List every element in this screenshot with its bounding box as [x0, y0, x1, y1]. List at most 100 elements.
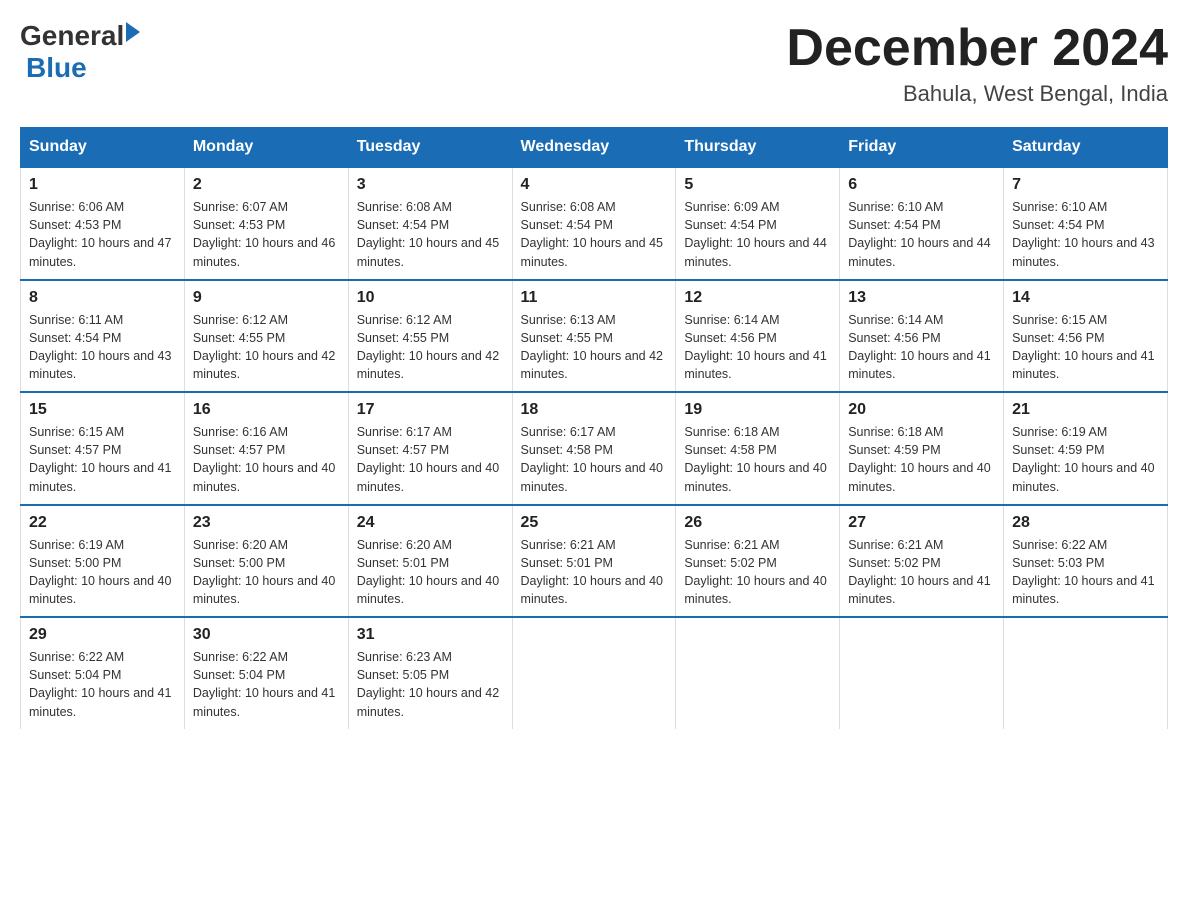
calendar-cell: 30 Sunrise: 6:22 AMSunset: 5:04 PMDaylig…	[184, 617, 348, 729]
day-info: Sunrise: 6:17 AMSunset: 4:58 PMDaylight:…	[521, 423, 668, 496]
calendar-cell: 29 Sunrise: 6:22 AMSunset: 5:04 PMDaylig…	[21, 617, 185, 729]
day-info: Sunrise: 6:08 AMSunset: 4:54 PMDaylight:…	[521, 198, 668, 271]
day-number: 3	[357, 176, 504, 194]
day-info: Sunrise: 6:20 AMSunset: 5:01 PMDaylight:…	[357, 536, 504, 609]
day-info: Sunrise: 6:08 AMSunset: 4:54 PMDaylight:…	[357, 198, 504, 271]
day-number: 5	[684, 176, 831, 194]
day-number: 14	[1012, 289, 1159, 307]
calendar-cell: 14 Sunrise: 6:15 AMSunset: 4:56 PMDaylig…	[1004, 280, 1168, 393]
day-number: 11	[521, 289, 668, 307]
calendar-cell: 2 Sunrise: 6:07 AMSunset: 4:53 PMDayligh…	[184, 167, 348, 280]
day-number: 4	[521, 176, 668, 194]
calendar-cell: 28 Sunrise: 6:22 AMSunset: 5:03 PMDaylig…	[1004, 505, 1168, 618]
day-number: 31	[357, 626, 504, 644]
day-info: Sunrise: 6:20 AMSunset: 5:00 PMDaylight:…	[193, 536, 340, 609]
calendar-cell: 3 Sunrise: 6:08 AMSunset: 4:54 PMDayligh…	[348, 167, 512, 280]
day-info: Sunrise: 6:22 AMSunset: 5:04 PMDaylight:…	[29, 648, 176, 721]
day-number: 24	[357, 514, 504, 532]
column-header-thursday: Thursday	[676, 128, 840, 168]
day-info: Sunrise: 6:10 AMSunset: 4:54 PMDaylight:…	[1012, 198, 1159, 271]
day-number: 21	[1012, 401, 1159, 419]
day-number: 6	[848, 176, 995, 194]
day-info: Sunrise: 6:06 AMSunset: 4:53 PMDaylight:…	[29, 198, 176, 271]
day-info: Sunrise: 6:15 AMSunset: 4:56 PMDaylight:…	[1012, 311, 1159, 384]
day-number: 26	[684, 514, 831, 532]
day-number: 30	[193, 626, 340, 644]
day-number: 29	[29, 626, 176, 644]
calendar-cell: 6 Sunrise: 6:10 AMSunset: 4:54 PMDayligh…	[840, 167, 1004, 280]
day-info: Sunrise: 6:22 AMSunset: 5:03 PMDaylight:…	[1012, 536, 1159, 609]
month-title: December 2024	[786, 20, 1168, 77]
calendar-cell: 27 Sunrise: 6:21 AMSunset: 5:02 PMDaylig…	[840, 505, 1004, 618]
calendar-week-row: 22 Sunrise: 6:19 AMSunset: 5:00 PMDaylig…	[21, 505, 1168, 618]
calendar-header-row: SundayMondayTuesdayWednesdayThursdayFrid…	[21, 128, 1168, 168]
calendar-week-row: 8 Sunrise: 6:11 AMSunset: 4:54 PMDayligh…	[21, 280, 1168, 393]
calendar-cell: 17 Sunrise: 6:17 AMSunset: 4:57 PMDaylig…	[348, 392, 512, 505]
calendar-cell: 31 Sunrise: 6:23 AMSunset: 5:05 PMDaylig…	[348, 617, 512, 729]
day-number: 9	[193, 289, 340, 307]
calendar-cell: 9 Sunrise: 6:12 AMSunset: 4:55 PMDayligh…	[184, 280, 348, 393]
day-info: Sunrise: 6:17 AMSunset: 4:57 PMDaylight:…	[357, 423, 504, 496]
logo-arrow-icon	[126, 22, 140, 42]
day-info: Sunrise: 6:18 AMSunset: 4:59 PMDaylight:…	[848, 423, 995, 496]
logo: General Blue	[20, 20, 140, 84]
calendar-week-row: 1 Sunrise: 6:06 AMSunset: 4:53 PMDayligh…	[21, 167, 1168, 280]
calendar-cell: 22 Sunrise: 6:19 AMSunset: 5:00 PMDaylig…	[21, 505, 185, 618]
calendar-cell: 19 Sunrise: 6:18 AMSunset: 4:58 PMDaylig…	[676, 392, 840, 505]
calendar-cell: 25 Sunrise: 6:21 AMSunset: 5:01 PMDaylig…	[512, 505, 676, 618]
calendar-cell: 8 Sunrise: 6:11 AMSunset: 4:54 PMDayligh…	[21, 280, 185, 393]
day-info: Sunrise: 6:10 AMSunset: 4:54 PMDaylight:…	[848, 198, 995, 271]
calendar-cell: 16 Sunrise: 6:16 AMSunset: 4:57 PMDaylig…	[184, 392, 348, 505]
day-number: 12	[684, 289, 831, 307]
column-header-friday: Friday	[840, 128, 1004, 168]
day-number: 19	[684, 401, 831, 419]
day-info: Sunrise: 6:09 AMSunset: 4:54 PMDaylight:…	[684, 198, 831, 271]
day-number: 20	[848, 401, 995, 419]
column-header-tuesday: Tuesday	[348, 128, 512, 168]
day-info: Sunrise: 6:18 AMSunset: 4:58 PMDaylight:…	[684, 423, 831, 496]
day-number: 13	[848, 289, 995, 307]
day-number: 18	[521, 401, 668, 419]
day-info: Sunrise: 6:22 AMSunset: 5:04 PMDaylight:…	[193, 648, 340, 721]
day-number: 22	[29, 514, 176, 532]
day-info: Sunrise: 6:21 AMSunset: 5:02 PMDaylight:…	[848, 536, 995, 609]
day-info: Sunrise: 6:23 AMSunset: 5:05 PMDaylight:…	[357, 648, 504, 721]
calendar-cell: 5 Sunrise: 6:09 AMSunset: 4:54 PMDayligh…	[676, 167, 840, 280]
logo-blue-text: Blue	[26, 52, 87, 84]
calendar-week-row: 29 Sunrise: 6:22 AMSunset: 5:04 PMDaylig…	[21, 617, 1168, 729]
calendar-cell: 20 Sunrise: 6:18 AMSunset: 4:59 PMDaylig…	[840, 392, 1004, 505]
day-info: Sunrise: 6:16 AMSunset: 4:57 PMDaylight:…	[193, 423, 340, 496]
day-number: 15	[29, 401, 176, 419]
page-header: General Blue December 2024 Bahula, West …	[20, 20, 1168, 107]
day-info: Sunrise: 6:19 AMSunset: 5:00 PMDaylight:…	[29, 536, 176, 609]
calendar-table: SundayMondayTuesdayWednesdayThursdayFrid…	[20, 127, 1168, 729]
day-info: Sunrise: 6:21 AMSunset: 5:02 PMDaylight:…	[684, 536, 831, 609]
column-header-sunday: Sunday	[21, 128, 185, 168]
day-number: 16	[193, 401, 340, 419]
day-number: 7	[1012, 176, 1159, 194]
calendar-cell	[512, 617, 676, 729]
location-subtitle: Bahula, West Bengal, India	[786, 81, 1168, 107]
day-info: Sunrise: 6:14 AMSunset: 4:56 PMDaylight:…	[684, 311, 831, 384]
calendar-cell: 7 Sunrise: 6:10 AMSunset: 4:54 PMDayligh…	[1004, 167, 1168, 280]
calendar-cell: 1 Sunrise: 6:06 AMSunset: 4:53 PMDayligh…	[21, 167, 185, 280]
day-number: 8	[29, 289, 176, 307]
day-info: Sunrise: 6:12 AMSunset: 4:55 PMDaylight:…	[193, 311, 340, 384]
day-info: Sunrise: 6:14 AMSunset: 4:56 PMDaylight:…	[848, 311, 995, 384]
column-header-monday: Monday	[184, 128, 348, 168]
day-info: Sunrise: 6:13 AMSunset: 4:55 PMDaylight:…	[521, 311, 668, 384]
calendar-cell: 10 Sunrise: 6:12 AMSunset: 4:55 PMDaylig…	[348, 280, 512, 393]
title-block: December 2024 Bahula, West Bengal, India	[786, 20, 1168, 107]
day-number: 2	[193, 176, 340, 194]
calendar-cell	[676, 617, 840, 729]
day-number: 27	[848, 514, 995, 532]
calendar-cell	[1004, 617, 1168, 729]
day-info: Sunrise: 6:12 AMSunset: 4:55 PMDaylight:…	[357, 311, 504, 384]
calendar-cell: 13 Sunrise: 6:14 AMSunset: 4:56 PMDaylig…	[840, 280, 1004, 393]
calendar-cell: 12 Sunrise: 6:14 AMSunset: 4:56 PMDaylig…	[676, 280, 840, 393]
calendar-cell: 15 Sunrise: 6:15 AMSunset: 4:57 PMDaylig…	[21, 392, 185, 505]
day-number: 1	[29, 176, 176, 194]
calendar-cell: 4 Sunrise: 6:08 AMSunset: 4:54 PMDayligh…	[512, 167, 676, 280]
calendar-week-row: 15 Sunrise: 6:15 AMSunset: 4:57 PMDaylig…	[21, 392, 1168, 505]
calendar-cell	[840, 617, 1004, 729]
